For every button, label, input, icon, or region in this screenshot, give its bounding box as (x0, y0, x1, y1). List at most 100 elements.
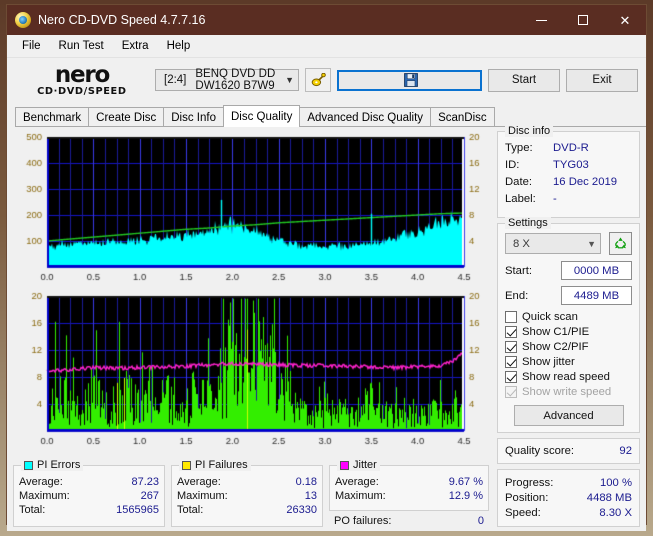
disc-type-label: Type: (505, 142, 533, 154)
jitter-average-label: Average: (335, 476, 379, 488)
jitter-maximum-label: Maximum: (335, 490, 386, 502)
logo-cddvdspeed-text: CD·DVD∕SPEED (37, 85, 127, 97)
jitter-average-row: Average: 9.67 % (330, 475, 488, 489)
pi-failures-legend-label: PI Failures (195, 459, 248, 471)
pi-failures-maximum-row: Maximum: 13 (172, 489, 322, 503)
disc-tools-button[interactable] (305, 68, 331, 92)
pi-failures-color-swatch (182, 460, 191, 470)
chevron-down-icon: ▼ (285, 75, 294, 85)
pi-errors-total-value: 1565965 (116, 504, 159, 516)
app-window: Nero CD-DVD Speed 4.7.7.16 ✕ File Run Te… (6, 4, 647, 531)
position-row: Position: 4488 MB (505, 491, 632, 506)
checkbox-show-read-speed-box (505, 371, 517, 383)
menu-bar: File Run Test Extra Help (7, 35, 646, 58)
progress-box: Progress: 100 % Position: 4488 MB Speed:… (497, 469, 640, 527)
graphs-column: PI Errors Average: 87.23 Maximum: 267 To… (7, 127, 494, 531)
tab-advanced-disc-quality[interactable]: Advanced Disc Quality (299, 107, 432, 127)
logo-nero-text: nero (54, 61, 111, 88)
exit-button[interactable]: Exit (566, 68, 638, 92)
maximize-button[interactable] (562, 5, 604, 35)
pi-failures-box: PI Failures Average: 0.18 Maximum: 13 To… (171, 459, 323, 527)
jitter-maximum-row: Maximum: 12.9 % (330, 489, 488, 503)
nero-disc-icon (15, 12, 31, 28)
advanced-button[interactable]: Advanced (513, 405, 624, 426)
checkbox-quick-scan[interactable]: Quick scan (505, 311, 632, 323)
start-row: Start: 0000 MB (505, 261, 632, 280)
quality-score-label: Quality score: (505, 445, 575, 457)
tab-scandisc[interactable]: ScanDisc (430, 107, 495, 127)
menu-item-run-test[interactable]: Run Test (50, 37, 113, 55)
progress-value: 100 % (599, 477, 632, 489)
pi-errors-legend-label: PI Errors (37, 459, 81, 471)
save-button[interactable] (337, 69, 482, 91)
close-icon: ✕ (619, 12, 631, 28)
checkbox-show-write-speed: Show write speed (505, 386, 632, 398)
disc-info-caption: Disc info (505, 125, 554, 137)
disc-date-value: 16 Dec 2019 (553, 176, 618, 188)
tab-disc-info[interactable]: Disc Info (163, 107, 224, 127)
window-controls: ✕ (520, 5, 646, 35)
pi-failures-maximum-value: 13 (304, 490, 317, 502)
menu-item-extra[interactable]: Extra (113, 37, 158, 55)
tab-benchmark[interactable]: Benchmark (15, 107, 90, 127)
speed-select[interactable]: 8 X ▼ (505, 233, 601, 254)
po-failures-row: PO failures: 0 (329, 514, 489, 528)
quality-score-value: 92 (619, 445, 632, 457)
speed-select-value: 8 X (513, 237, 530, 250)
pif-graph-canvas (13, 290, 494, 453)
jitter-box: Jitter Average: 9.67 % Maximum: 12.9 % (329, 459, 489, 511)
start-button[interactable]: Start (488, 68, 560, 92)
pi-errors-average-label: Average: (19, 476, 63, 488)
jitter-maximum-value: 12.9 % (448, 490, 483, 502)
disc-label-row: Label: - (505, 191, 632, 208)
checkbox-show-write-speed-box (505, 386, 517, 398)
menu-item-help[interactable]: Help (158, 37, 200, 55)
nero-logo: nero CD·DVD∕SPEED (15, 61, 149, 97)
checkbox-quick-scan-label: Quick scan (522, 311, 578, 323)
chevron-down-icon: ▼ (587, 238, 596, 249)
tab-create-disc[interactable]: Create Disc (88, 107, 165, 127)
checkbox-show-c1-pie-box (505, 326, 517, 338)
position-label: Position: (505, 492, 549, 504)
jitter-legend-label: Jitter (353, 459, 377, 471)
pi-failures-average-value: 0.18 (295, 476, 317, 488)
minimize-button[interactable] (520, 5, 562, 35)
pi-failures-total-value: 26330 (286, 504, 317, 516)
checkbox-show-jitter[interactable]: Show jitter (505, 356, 632, 368)
speed-value: 8.30 X (599, 507, 632, 519)
pi-errors-maximum-label: Maximum: (19, 490, 70, 502)
pi-errors-maximum-row: Maximum: 267 (14, 489, 164, 503)
refresh-button[interactable] (609, 232, 632, 255)
pi-errors-box: PI Errors Average: 87.23 Maximum: 267 To… (13, 459, 165, 527)
menu-item-file[interactable]: File (13, 37, 50, 55)
disc-label-label: Label: (505, 193, 536, 205)
drive-bay-label: [2:4] (164, 74, 187, 86)
pi-errors-legend: PI Errors (21, 459, 84, 471)
checkbox-show-c1-pie[interactable]: Show C1/PIE (505, 326, 632, 338)
end-input[interactable]: 4489 MB (561, 286, 632, 305)
checkbox-quick-scan-box (505, 311, 517, 323)
disc-type-row: Type: DVD-R (505, 140, 632, 157)
pi-failures-average-label: Average: (177, 476, 221, 488)
disc-date-row: Date: 16 Dec 2019 (505, 174, 632, 191)
disc-id-row: ID: TYG03 (505, 157, 632, 174)
start-input[interactable]: 0000 MB (561, 261, 632, 280)
tab-disc-quality[interactable]: Disc Quality (223, 105, 301, 127)
close-button[interactable]: ✕ (604, 5, 646, 35)
drive-selector[interactable]: [2:4] BENQ DVD DD DW1620 B7W9 ▼ (155, 68, 299, 92)
pi-failures-legend: PI Failures (179, 459, 251, 471)
speed-row-progress: Speed: 8.30 X (505, 506, 632, 521)
pif-graph (13, 290, 494, 453)
checkbox-show-read-speed[interactable]: Show read speed (505, 371, 632, 383)
disc-id-value: TYG03 (553, 159, 589, 171)
disc-quality-panel: PI Errors Average: 87.23 Maximum: 267 To… (7, 125, 646, 531)
jitter-legend: Jitter (337, 459, 380, 471)
checkbox-show-c2-pif[interactable]: Show C2/PIF (505, 341, 632, 353)
window-title: Nero CD-DVD Speed 4.7.7.16 (38, 13, 206, 27)
refresh-recycle-icon (615, 237, 626, 249)
pie-graph (13, 131, 494, 285)
side-panel: Disc info Type: DVD-R ID: TYG03 Date: 16… (494, 125, 646, 531)
pi-failures-total-label: Total: (177, 504, 204, 516)
checkbox-show-jitter-label: Show jitter (522, 356, 575, 368)
po-failures-label: PO failures: (334, 515, 392, 527)
